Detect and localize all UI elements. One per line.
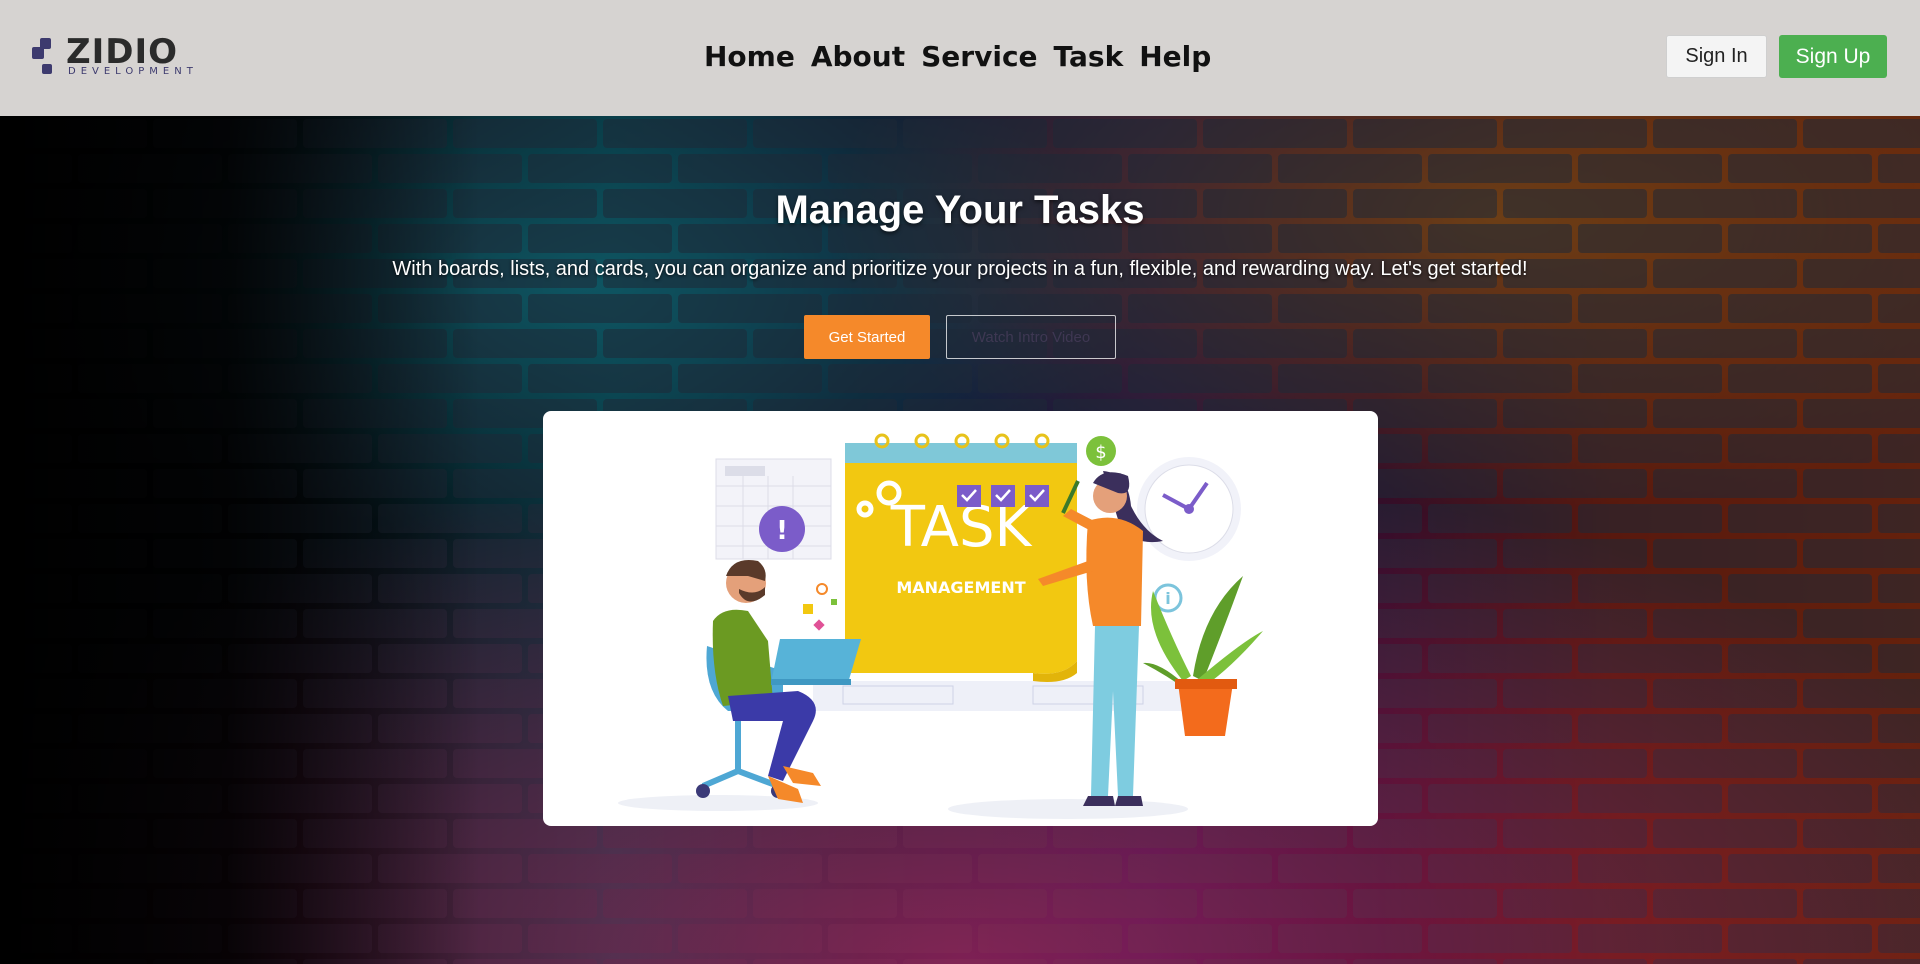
task-management-illustration: ! TASK MANAGEMENT $ i (543, 411, 1378, 826)
hero-section: Manage Your Tasks With boards, lists, an… (0, 116, 1920, 964)
dollar-badge-text: $ (1095, 442, 1106, 463)
dollar-icon: $ (1086, 436, 1116, 466)
sign-up-button[interactable]: Sign Up (1779, 35, 1887, 78)
board-subtitle: MANAGEMENT (896, 578, 1025, 597)
hero-title: Manage Your Tasks (775, 188, 1145, 232)
potted-plant-icon (1143, 576, 1263, 736)
nav-home[interactable]: Home (704, 38, 795, 76)
nav-task[interactable]: Task (1054, 38, 1124, 76)
confetti (803, 604, 813, 614)
task-board: TASK MANAGEMENT (845, 433, 1077, 682)
get-started-button[interactable]: Get Started (804, 315, 930, 359)
top-navbar: ZIDIO DEVELOPMENT Home About Service Tas… (0, 0, 1920, 116)
info-badge-text: i (1165, 589, 1170, 608)
watch-video-button[interactable]: Watch Intro Video (946, 315, 1116, 359)
nav-service[interactable]: Service (921, 38, 1037, 76)
alert-icon: ! (759, 506, 805, 552)
hero-subtitle: With boards, lists, and cards, you can o… (392, 258, 1528, 280)
zidio-logo[interactable]: ZIDIO DEVELOPMENT (32, 34, 202, 80)
sign-in-button[interactable]: Sign In (1666, 35, 1767, 78)
logo-wordmark: ZIDIO (66, 32, 179, 72)
logo-tagline: DEVELOPMENT (68, 66, 198, 77)
main-nav: Home About Service Task Help (704, 38, 1211, 76)
check-icon (957, 485, 1049, 507)
floor-shadow (948, 799, 1188, 819)
clock-icon (1137, 457, 1241, 561)
zidio-logo-mark-icon (32, 38, 52, 74)
nav-help[interactable]: Help (1139, 38, 1211, 76)
alert-badge-text: ! (776, 516, 788, 546)
nav-about[interactable]: About (811, 38, 905, 76)
confetti (831, 599, 837, 605)
confetti (813, 619, 825, 631)
seated-man-figure (696, 560, 861, 803)
confetti (816, 583, 828, 595)
